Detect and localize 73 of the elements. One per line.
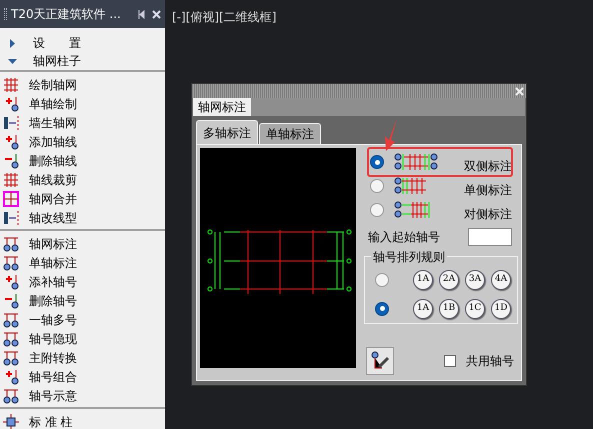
radio-button[interactable] <box>375 302 389 316</box>
add-axis-icon <box>3 134 19 150</box>
axis-bubble: 4A <box>491 270 511 290</box>
axis-bubble: 3A <box>465 270 485 290</box>
pencil-axis-icon <box>370 351 390 371</box>
tool-item[interactable]: 删除轴线 <box>0 151 165 170</box>
axis-bubble: 1A <box>413 298 433 318</box>
remove-axis-icon <box>3 152 19 168</box>
axis-bubble: 1D <box>491 298 511 318</box>
tab[interactable]: 多轴标注 <box>196 120 258 144</box>
axis-bubble: 2A <box>439 270 459 290</box>
axis-bubble-icon <box>3 388 19 404</box>
panel-title: T20天正建筑软件 ... <box>11 6 121 23</box>
checkbox[interactable] <box>444 355 456 367</box>
axis-bubble-icon <box>3 236 19 252</box>
input-field[interactable] <box>468 228 512 246</box>
section-header[interactable]: 轴网柱子 <box>0 52 165 70</box>
axis-bubble-icon <box>3 350 19 366</box>
radio-button[interactable] <box>370 179 384 193</box>
tool-item[interactable]: 轴号组合 <box>0 367 165 386</box>
tool-item[interactable]: 添补轴号 <box>0 272 165 291</box>
grip-icon <box>4 8 7 20</box>
tool-item[interactable]: 轴号示意 <box>0 386 165 405</box>
option-label: 单侧标注 <box>464 182 513 199</box>
dialog-tab[interactable]: 轴网标注 <box>193 98 251 116</box>
collapsed-triangle-icon <box>8 38 17 48</box>
grid-icon <box>3 172 19 188</box>
tool-item[interactable]: 单轴绘制 <box>0 94 165 113</box>
tool-item[interactable]: 标 准 柱 <box>0 412 165 429</box>
remove-axis-icon <box>3 292 19 308</box>
annotation-arrow <box>383 118 399 152</box>
option-label: 双侧标注 <box>464 158 513 175</box>
pick-button[interactable] <box>366 347 394 375</box>
radio-button[interactable] <box>370 155 384 169</box>
double-side-axis-icon <box>394 152 438 172</box>
section-header[interactable]: 设 置 <box>0 34 165 52</box>
axis-bubble-icon <box>3 254 19 270</box>
tool-item[interactable]: 添加轴线 <box>0 132 165 151</box>
tool-item[interactable]: 轴改线型 <box>0 208 165 227</box>
tool-item[interactable]: 绘制轴网 <box>0 75 165 94</box>
column-icon <box>3 414 19 429</box>
tool-item[interactable]: 一轴多号 <box>0 310 165 329</box>
tool-item[interactable]: 删除轴号 <box>0 291 165 310</box>
expanded-triangle-icon <box>8 56 17 66</box>
add-axis-icon <box>3 368 19 384</box>
axis-bubble: 1A <box>413 270 433 290</box>
wall-axis-icon <box>3 114 19 130</box>
tool-item[interactable]: 轴线裁剪 <box>0 170 165 189</box>
view-label[interactable]: [-][俯视][二维线框] <box>172 8 276 26</box>
axis-bubble-icon <box>3 330 19 346</box>
tool-item[interactable]: 单轴标注 <box>0 253 165 272</box>
axis-bubble: 1C <box>465 298 485 318</box>
checkbox-label: 共用轴号 <box>466 353 515 370</box>
axis-bubble: 1B <box>439 298 459 318</box>
axis-bubble-icon <box>3 312 19 328</box>
tab[interactable]: 单轴标注 <box>259 123 321 144</box>
add-axis-icon <box>3 96 19 112</box>
tool-item[interactable]: 主附转换 <box>0 348 165 367</box>
option-label: 对侧标注 <box>464 206 513 223</box>
merge-grid-icon <box>3 190 19 206</box>
close-icon[interactable] <box>515 86 524 96</box>
close-icon[interactable] <box>152 10 161 18</box>
grid-icon <box>3 76 19 92</box>
radio-button[interactable] <box>375 272 389 286</box>
tool-item[interactable]: 轴网标注 <box>0 234 165 253</box>
tool-item[interactable]: 轴网合并 <box>0 189 165 208</box>
wall-axis-icon <box>3 210 19 226</box>
field-label: 输入起始轴号 <box>368 229 440 246</box>
group-title: 轴号排列规则 <box>371 248 447 266</box>
tool-item[interactable]: 轴号隐现 <box>0 329 165 348</box>
radio-button[interactable] <box>370 203 384 217</box>
tool-item[interactable]: 墙生轴网 <box>0 113 165 132</box>
add-axis-icon <box>3 274 19 290</box>
